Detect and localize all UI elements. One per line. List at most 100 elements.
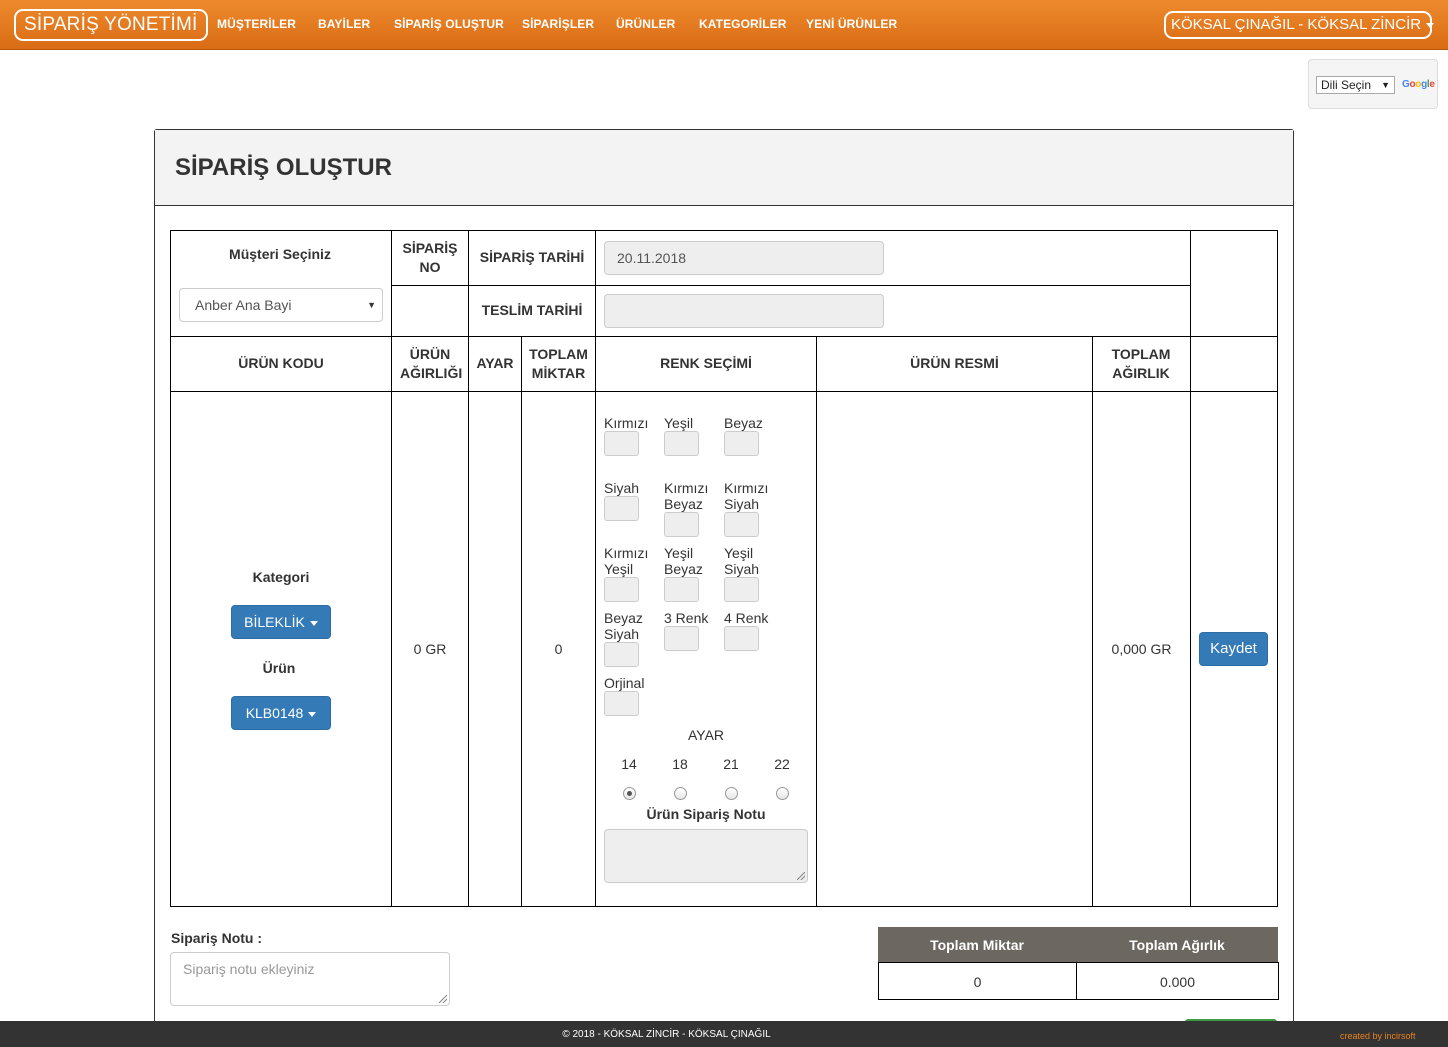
footer-credit[interactable]: created by incirsoft (1340, 1031, 1416, 1041)
color-qty-4-renk[interactable] (724, 626, 759, 651)
td-product-code (170, 391, 392, 907)
color-label-beyaz-siyah: Beyaz Siyah (604, 610, 643, 642)
ayar-radio-21[interactable] (725, 787, 738, 800)
top-navbar: SİPARİŞ YÖNETİMİ MÜŞTERİLER BAYİLER SİPA… (0, 0, 1448, 50)
color-qty-kirmizi-yesil[interactable] (604, 577, 639, 602)
totals-qty-value: 0 (973, 974, 982, 990)
color-qty-siyah[interactable] (604, 496, 639, 521)
color-qty-yesil-beyaz[interactable] (664, 577, 699, 602)
total-weight-value: 0,000 GR (1111, 641, 1172, 657)
th-color-label: RENK SEÇİMİ (660, 355, 752, 371)
color-label-beyaz: Beyaz (724, 415, 763, 431)
nav-link-customers[interactable]: MÜŞTERİLER (217, 17, 296, 31)
order-date-input[interactable]: 20.11.2018 (604, 241, 884, 275)
language-select-label: Dili Seçin (1321, 78, 1372, 92)
color-qty-yesil-siyah[interactable] (724, 577, 759, 602)
order-note-placeholder: Sipariş notu ekleyiniz (183, 961, 315, 977)
color-label-yesil-beyaz: Yeşil Beyaz (664, 545, 703, 577)
th-image-label: ÜRÜN RESMİ (910, 355, 999, 371)
color-label-3-renk: 3 Renk (664, 610, 709, 626)
color-label-kirmizi-yesil: Kırmızı Yeşil (604, 545, 649, 577)
ayar-option-22-label: 22 (774, 756, 790, 772)
language-select[interactable]: Dili Seçin ▼ (1316, 76, 1395, 94)
totals-weight-header: Toplam Ağırlık (1129, 937, 1225, 953)
color-label-siyah: Siyah (604, 480, 640, 496)
panel-header: SİPARİŞ OLUŞTUR (155, 130, 1293, 206)
nav-link-dealers[interactable]: BAYİLER (318, 17, 370, 31)
nav-link-categories[interactable]: KATEGORİLER (699, 17, 787, 31)
color-label-kirmizi: Kırmızı (604, 415, 649, 431)
resize-grip-icon[interactable] (439, 995, 447, 1003)
nav-link-create-order[interactable]: SİPARİŞ OLUŞTUR (394, 17, 504, 31)
color-qty-3-renk[interactable] (664, 626, 699, 651)
category-value: BİLEKLİK (244, 614, 305, 630)
color-qty-kirmizi-beyaz[interactable] (664, 512, 699, 537)
color-label-kirmizi-beyaz: Kırmızı Beyaz (664, 480, 709, 512)
dropdown-arrow-icon: ▼ (367, 300, 376, 310)
color-label-4-renk: 4 Renk (724, 610, 769, 626)
ayar-option-18-label: 18 (672, 756, 688, 772)
category-dropdown-button[interactable]: BİLEKLİK (231, 605, 331, 639)
chevron-down-icon (309, 620, 318, 626)
ayar-radio-14[interactable] (623, 787, 636, 800)
color-qty-kirmizi-siyah[interactable] (724, 512, 759, 537)
color-qty-kirmizi[interactable] (604, 431, 639, 456)
nav-link-products[interactable]: ÜRÜNLER (616, 17, 675, 31)
th-total-qty-label: TOPLAM MİKTAR (529, 346, 588, 381)
ayar-radio-18[interactable] (674, 787, 687, 800)
page-title: SİPARİŞ OLUŞTUR (175, 154, 392, 181)
product-value: KLB0148 (245, 705, 304, 721)
language-widget: Dili Seçin ▼ Google (1308, 59, 1438, 109)
footer: © 2018 - KÖKSAL ZİNCİR - KÖKSAL ÇINAĞIL … (0, 1021, 1448, 1047)
th-product-code-label: ÜRÜN KODU (238, 355, 324, 371)
color-qty-orjinal[interactable] (604, 691, 639, 716)
th-action (1190, 336, 1278, 392)
color-label-orjinal: Orjinal (604, 675, 645, 691)
google-logo: Google (1402, 79, 1435, 90)
totals-qty-header: Toplam Miktar (930, 937, 1024, 953)
color-label-kirmizi-siyah: Kırmızı Siyah (724, 480, 769, 512)
th-ayar-label: AYAR (476, 355, 514, 371)
nav-link-new-products[interactable]: YENİ ÜRÜNLER (806, 17, 897, 31)
product-note-textarea[interactable] (604, 829, 808, 883)
product-label: Ürün (262, 660, 296, 676)
customer-label: Müşteri Seçiniz (229, 246, 331, 262)
user-name: KÖKSAL ÇINAĞIL - KÖKSAL ZİNCİR (1171, 16, 1422, 33)
dropdown-arrow-icon: ▼ (1381, 80, 1390, 90)
delivery-date-label: TESLİM TARİHİ (481, 302, 583, 318)
ayar-radio-22[interactable] (776, 787, 789, 800)
brand-logo[interactable]: SİPARİŞ YÖNETİMİ (14, 9, 208, 41)
color-qty-yesil[interactable] (664, 431, 699, 456)
save-button[interactable]: Kaydet (1199, 632, 1268, 666)
totals-weight-value: 0.000 (1159, 974, 1196, 990)
product-weight-value: 0 GR (413, 641, 447, 657)
ayar-option-21-label: 21 (723, 756, 739, 772)
customer-select[interactable]: Anber Ana Bayi ▼ (179, 288, 383, 322)
order-note-textarea[interactable]: Sipariş notu ekleyiniz (170, 952, 450, 1006)
chevron-down-icon (308, 711, 317, 717)
color-label-yesil: Yeşil (664, 415, 694, 431)
totals-header: Toplam Miktar Toplam Ağırlık (878, 927, 1278, 962)
color-qty-beyaz[interactable] (724, 431, 759, 456)
user-menu-dropdown[interactable]: KÖKSAL ÇINAĞIL - KÖKSAL ZİNCİR (1164, 11, 1435, 39)
product-dropdown-button[interactable]: KLB0148 (231, 696, 331, 730)
td-image (816, 391, 1093, 907)
order-date-label: SİPARİŞ TARİHİ (479, 249, 585, 265)
color-label-yesil-siyah: Yeşil Siyah (724, 545, 760, 577)
nav-link-orders[interactable]: SİPARİŞLER (522, 17, 594, 31)
product-note-label: Ürün Sipariş Notu (646, 806, 766, 822)
category-label: Kategori (252, 569, 310, 585)
delivery-date-input[interactable] (604, 294, 884, 328)
ayar-title: AYAR (687, 727, 725, 743)
th-product-weight-label: ÜRÜN AĞIRLIĞI (400, 346, 463, 381)
resize-grip-icon[interactable] (797, 872, 805, 880)
th-total-weight-label: TOPLAM AĞIRLIK (1111, 346, 1171, 381)
customer-select-value: Anber Ana Bayi (195, 297, 292, 313)
ayar-option-14-label: 14 (621, 756, 637, 772)
empty-top-cell (1190, 230, 1278, 337)
td-ayar (468, 391, 522, 907)
color-qty-beyaz-siyah[interactable] (604, 642, 639, 667)
total-qty-value: 0 (554, 641, 563, 657)
order-no-value-cell (391, 285, 469, 337)
footer-copyright: © 2018 - KÖKSAL ZİNCİR - KÖKSAL ÇINAĞIL (562, 1029, 771, 1040)
